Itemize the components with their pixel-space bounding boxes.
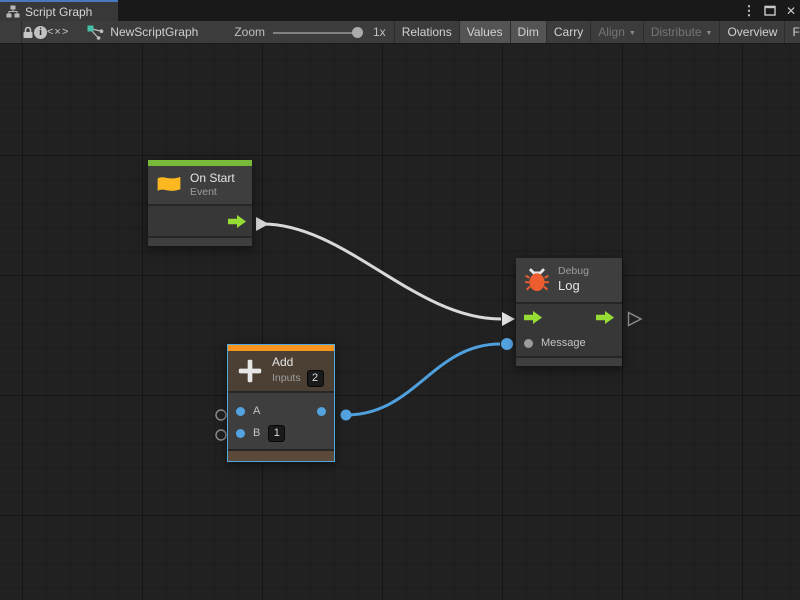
node-subtitle-row: Inputs 2 [272,370,324,387]
node-subtitle: Inputs [272,372,301,385]
fullscreen-label: Full S [792,25,800,39]
message-port-row: Message [516,330,622,356]
debug-log-header[interactable]: Debug Log [516,258,622,304]
relations-button[interactable]: Relations [394,21,459,43]
onstart-output-connector[interactable] [256,217,269,231]
port-a-label: A [253,405,260,417]
toolbar-separator [21,21,22,43]
zoom-control: Zoom 1x [234,21,385,43]
node-add[interactable]: Add Inputs 2 A B 1 [227,344,335,462]
zoom-label: Zoom [234,25,265,39]
info-button[interactable]: i [34,21,47,43]
zoom-slider-handle[interactable] [352,27,363,38]
node-category: Debug [558,265,589,278]
debug-log-titles: Debug Log [558,265,589,294]
carry-button[interactable]: Carry [546,21,590,43]
values-label: Values [467,25,503,39]
carry-label: Carry [554,25,583,39]
align-label: Align [598,25,625,39]
zoom-slider-track[interactable] [273,32,357,34]
distribute-dropdown: Distribute ▼ [643,21,720,43]
distribute-label: Distribute [651,25,702,39]
log-enter-connector[interactable] [502,312,515,326]
on-start-footer [148,238,252,246]
message-port-label: Message [541,337,586,349]
node-on-start[interactable]: On Start Event [148,160,252,246]
fullscreen-button[interactable]: Full S [784,21,800,43]
on-start-header[interactable]: On Start Event [148,166,252,206]
log-exit-connector[interactable] [629,313,642,326]
bug-icon [524,267,550,293]
wire-layer [0,44,800,600]
message-port[interactable] [524,339,533,348]
exec-port-row [516,304,622,330]
lock-button[interactable] [22,21,34,43]
zoom-value: 1x [373,25,386,39]
relations-label: Relations [402,25,452,39]
flag-icon [156,174,182,197]
add-titles: Add Inputs 2 [272,355,324,387]
node-title: Add [272,355,324,370]
exec-wire-onstart-to-log[interactable] [263,224,501,319]
script-graph-window: Script Graph ⋮ ✕ i <×> [0,0,800,600]
graph-breadcrumb[interactable]: NewScriptGraph [87,21,198,43]
add-a-outer-connector[interactable] [216,410,226,420]
port-a-row: A [228,400,334,422]
overview-button[interactable]: Overview [719,21,784,43]
chevron-down-icon: ▼ [629,30,636,37]
port-b-value-field[interactable]: 1 [268,425,285,442]
node-title: Log [558,278,589,294]
add-b-outer-connector[interactable] [216,430,226,440]
tab-bar: Script Graph ⋮ ✕ [0,0,800,21]
graph-canvas[interactable]: On Start Event Debug [0,44,800,600]
maximize-icon[interactable] [763,5,777,16]
overview-label: Overview [727,25,777,39]
add-header[interactable]: Add Inputs 2 [228,351,334,393]
kebab-menu-icon[interactable]: ⋮ [742,4,756,17]
on-start-titles: On Start Event [190,171,235,199]
exec-input-port[interactable] [524,311,542,324]
info-icon: i [34,26,47,39]
add-sum-connector[interactable] [341,410,352,421]
sum-output-port[interactable] [317,407,326,416]
dim-label: Dim [518,25,539,39]
toolbar-button-cluster: Relations Values Dim Carry Align ▼ Distr… [394,21,800,43]
debug-log-footer [516,358,622,366]
plus-icon [236,357,264,385]
chevron-down-icon: ▼ [706,30,713,37]
tab-label: Script Graph [25,5,92,19]
add-footer [228,451,334,461]
code-view-button[interactable]: <×> [47,21,69,43]
port-b-row: B 1 [228,422,334,444]
code-icon: <×> [47,26,69,38]
port-b[interactable] [236,429,245,438]
port-b-label: B [253,427,260,439]
message-input-connector[interactable] [501,338,513,350]
node-subtitle: Event [190,186,235,199]
debug-log-body: Message [516,304,622,358]
add-body: A B 1 [228,393,334,451]
on-start-body [148,206,252,238]
data-wire-add-to-message[interactable] [346,344,500,415]
align-dropdown: Align ▼ [590,21,643,43]
dim-button[interactable]: Dim [510,21,546,43]
exec-exit-port[interactable] [596,311,614,324]
graph-toolbar: i <×> NewScriptGraph Zoom 1x Re [0,21,800,44]
inputs-count-field[interactable]: 2 [307,370,324,387]
lock-icon [22,26,34,39]
values-button[interactable]: Values [459,21,510,43]
zoom-slider[interactable] [273,21,363,44]
node-debug-log[interactable]: Debug Log Message [516,258,622,366]
node-title: On Start [190,171,235,186]
graph-asset-icon [87,25,104,40]
hierarchy-icon [6,5,20,18]
tab-script-graph[interactable]: Script Graph [0,0,118,21]
graph-name: NewScriptGraph [110,25,198,39]
port-a[interactable] [236,407,245,416]
window-controls: ⋮ ✕ [742,0,798,21]
close-icon[interactable]: ✕ [784,5,798,17]
exec-output-port[interactable] [228,215,246,228]
